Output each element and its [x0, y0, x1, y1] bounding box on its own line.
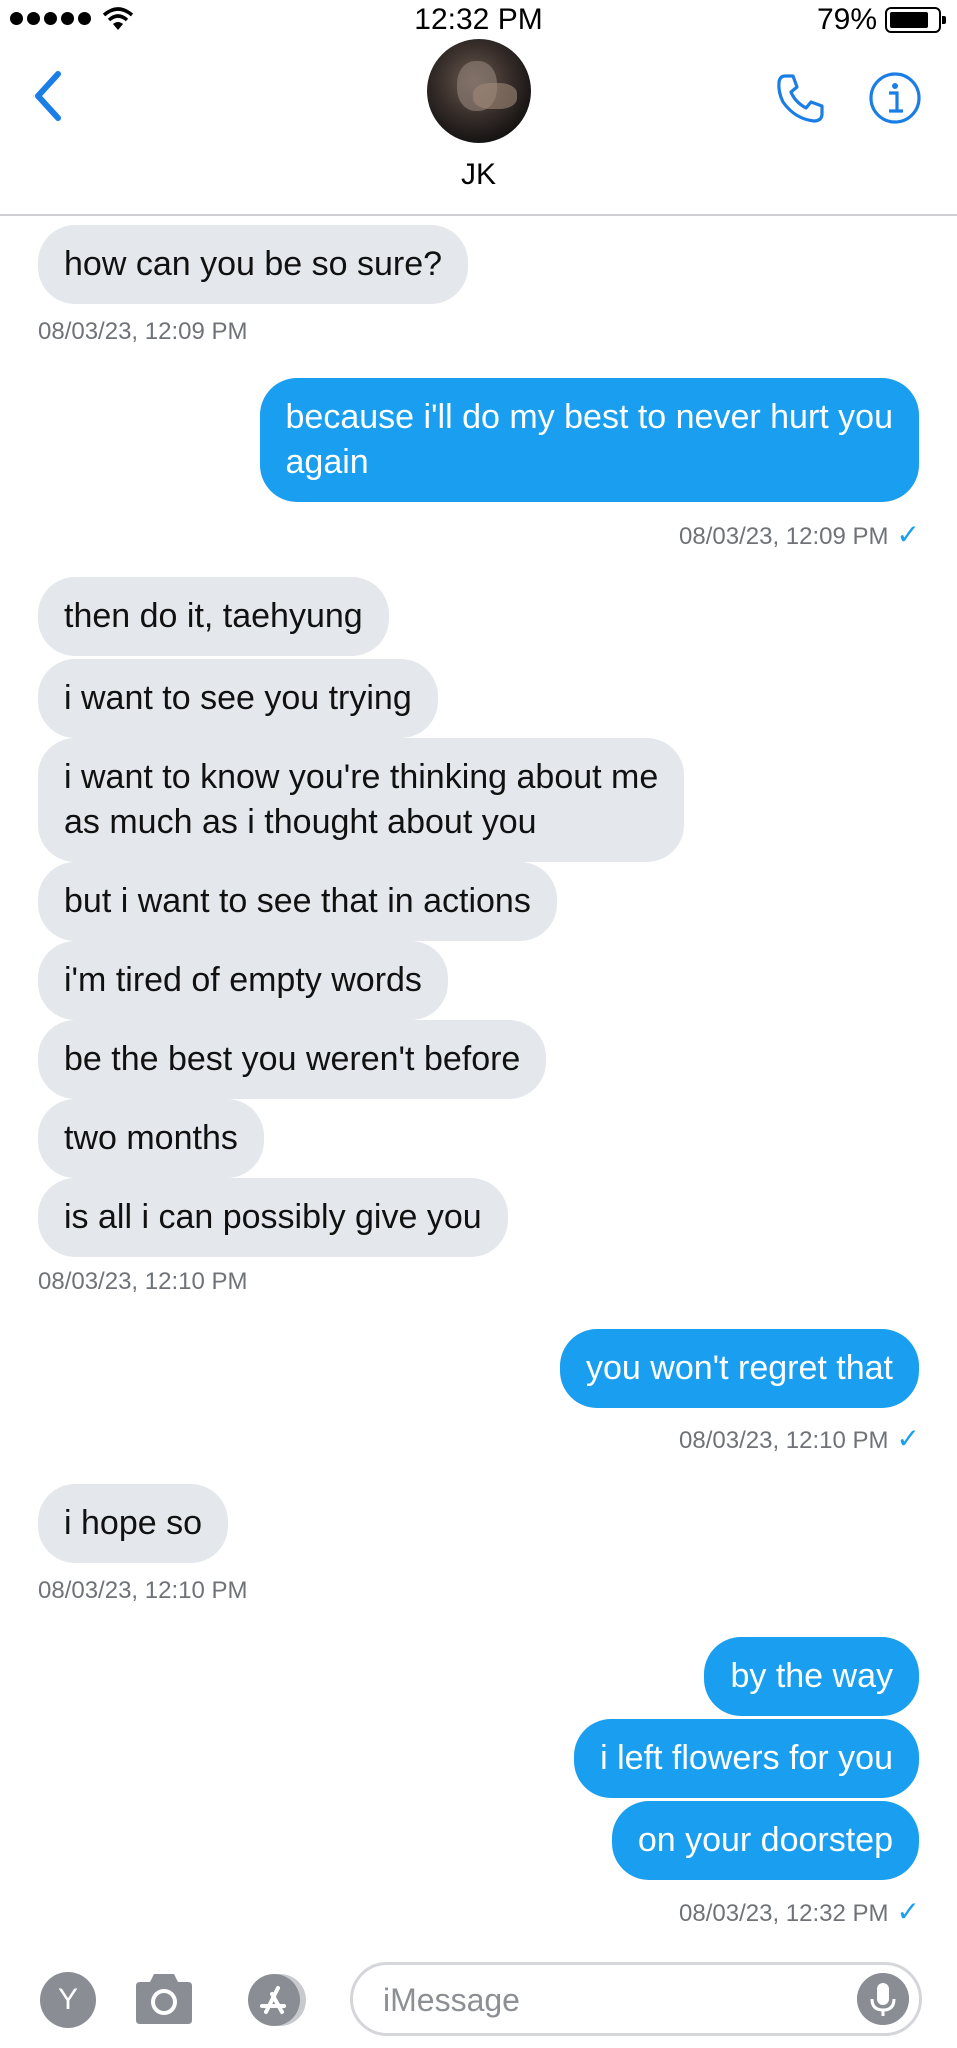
microphone-icon[interactable] [857, 1973, 909, 2025]
message-timestamp: 08/03/23, 12:09 PM ✓ [679, 518, 920, 551]
checkmark-icon: ✓ [896, 519, 920, 550]
incoming-message-bubble[interactable]: how can you be so sure? [38, 225, 469, 304]
contact-avatar[interactable] [427, 39, 531, 143]
outgoing-message-bubble[interactable]: by the way [704, 1637, 919, 1716]
checkmark-icon: ✓ [896, 1896, 920, 1927]
message-timestamp: 08/03/23, 12:10 PM [38, 1268, 248, 1295]
app-drawer-button[interactable]: Y [40, 1972, 96, 2028]
incoming-message-bubble[interactable]: but i want to see that in actions [38, 862, 557, 941]
incoming-message-bubble[interactable]: i'm tired of empty words [38, 941, 448, 1020]
incoming-message-bubble[interactable]: two months [38, 1099, 264, 1178]
timestamp-text: 08/03/23, 12:09 PM [679, 523, 889, 550]
chevron-left-icon[interactable] [28, 66, 72, 126]
info-icon[interactable] [867, 70, 923, 126]
incoming-message-bubble[interactable]: be the best you weren't before [38, 1020, 547, 1099]
contact-name[interactable]: JK [0, 158, 957, 192]
outgoing-message-bubble[interactable]: you won't regret that [560, 1329, 919, 1408]
outgoing-message-bubble[interactable]: i left flowers for you [574, 1719, 919, 1798]
message-input-container [350, 1962, 922, 2036]
camera-icon[interactable] [132, 1970, 196, 2026]
checkmark-icon: ✓ [896, 1423, 920, 1454]
message-input[interactable] [383, 1977, 823, 2023]
message-timestamp: 08/03/23, 12:10 PM ✓ [679, 1422, 920, 1455]
phone-icon[interactable] [773, 70, 829, 126]
message-timestamp: 08/03/23, 12:10 PM [38, 1577, 248, 1604]
timestamp-text: 08/03/23, 12:32 PM [679, 1900, 889, 1927]
message-timestamp: 08/03/23, 12:32 PM ✓ [679, 1895, 920, 1928]
outgoing-message-bubble[interactable]: on your doorstep [611, 1801, 919, 1880]
app-store-icon[interactable] [238, 1970, 318, 2030]
compose-bar: Y [0, 1950, 957, 2048]
incoming-message-bubble[interactable]: then do it, taehyung [38, 577, 389, 656]
incoming-message-bubble[interactable]: i want to see you trying [38, 659, 438, 738]
incoming-message-bubble[interactable]: is all i can possibly give you [38, 1178, 508, 1257]
incoming-message-bubble[interactable]: i want to know you're thinking about me … [38, 738, 685, 862]
outgoing-message-bubble[interactable]: because i'll do my best to never hurt yo… [259, 378, 919, 502]
conversation-header: JK [0, 0, 957, 216]
incoming-message-bubble[interactable]: i hope so [38, 1484, 228, 1563]
timestamp-text: 08/03/23, 12:10 PM [679, 1427, 889, 1454]
message-timestamp: 08/03/23, 12:09 PM [38, 318, 248, 345]
